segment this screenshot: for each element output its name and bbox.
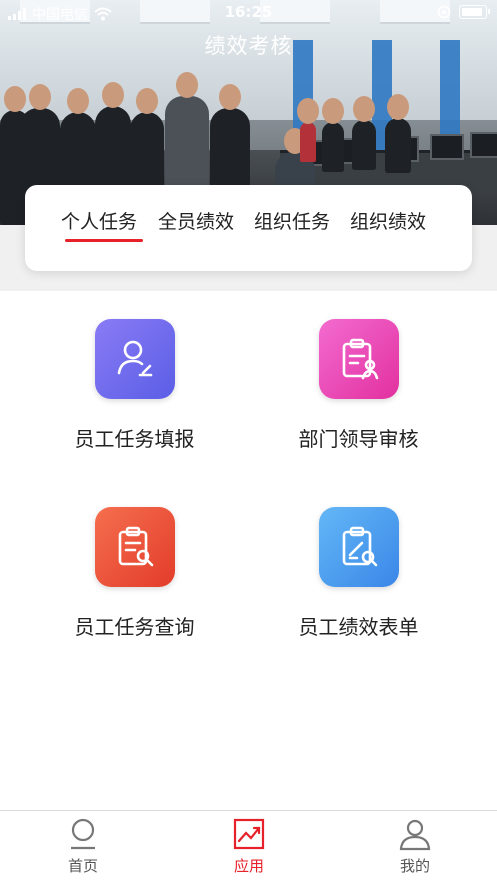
nav-apps-label: 应用	[233, 857, 264, 875]
status-bar: 中国电信 16:25	[0, 0, 497, 26]
nav-home[interactable]: 首页	[23, 817, 143, 881]
nav-mine-label: 我的	[399, 857, 430, 875]
clipboard-user-icon	[319, 319, 399, 399]
tab-all-performance[interactable]: 全员绩效	[158, 207, 234, 234]
grid-item-label: 员工任务查询	[74, 615, 195, 639]
grid-item-leader-review[interactable]: 部门领导审核	[256, 319, 456, 469]
grid-item-task-report[interactable]: 员工任务填报	[32, 319, 232, 469]
bottom-tab-bar: 首页 应用 我的	[0, 810, 497, 884]
chart-icon	[233, 818, 265, 850]
grid-item-label: 员工绩效表单	[298, 615, 419, 639]
clock: 16:25	[224, 3, 273, 21]
nav-home-label: 首页	[67, 857, 98, 875]
grid-item-task-query[interactable]: 员工任务查询	[32, 507, 232, 657]
home-icon	[71, 818, 95, 850]
profile-icon	[399, 819, 431, 851]
clipboard-search-icon	[95, 507, 175, 587]
tab-personal-tasks[interactable]: 个人任务	[61, 207, 137, 234]
tab-org-performance[interactable]: 组织绩效	[350, 207, 426, 234]
nav-apps[interactable]: 应用	[189, 817, 309, 881]
tabs-card: 个人任务 全员绩效 组织任务 组织绩效	[25, 185, 472, 271]
grid-item-label: 员工任务填报	[74, 427, 195, 451]
nav-mine[interactable]: 我的	[355, 817, 475, 881]
user-edit-icon	[95, 319, 175, 399]
page-title: 绩效考核	[204, 34, 293, 58]
clipboard-edit-icon	[319, 507, 399, 587]
orientation-lock-icon	[437, 5, 451, 19]
tab-org-tasks[interactable]: 组织任务	[254, 207, 330, 234]
grid-item-label: 部门领导审核	[298, 427, 419, 451]
active-tab-indicator	[65, 239, 143, 242]
battery-icon	[459, 5, 490, 19]
grid-item-performance-form[interactable]: 员工绩效表单	[256, 507, 456, 657]
